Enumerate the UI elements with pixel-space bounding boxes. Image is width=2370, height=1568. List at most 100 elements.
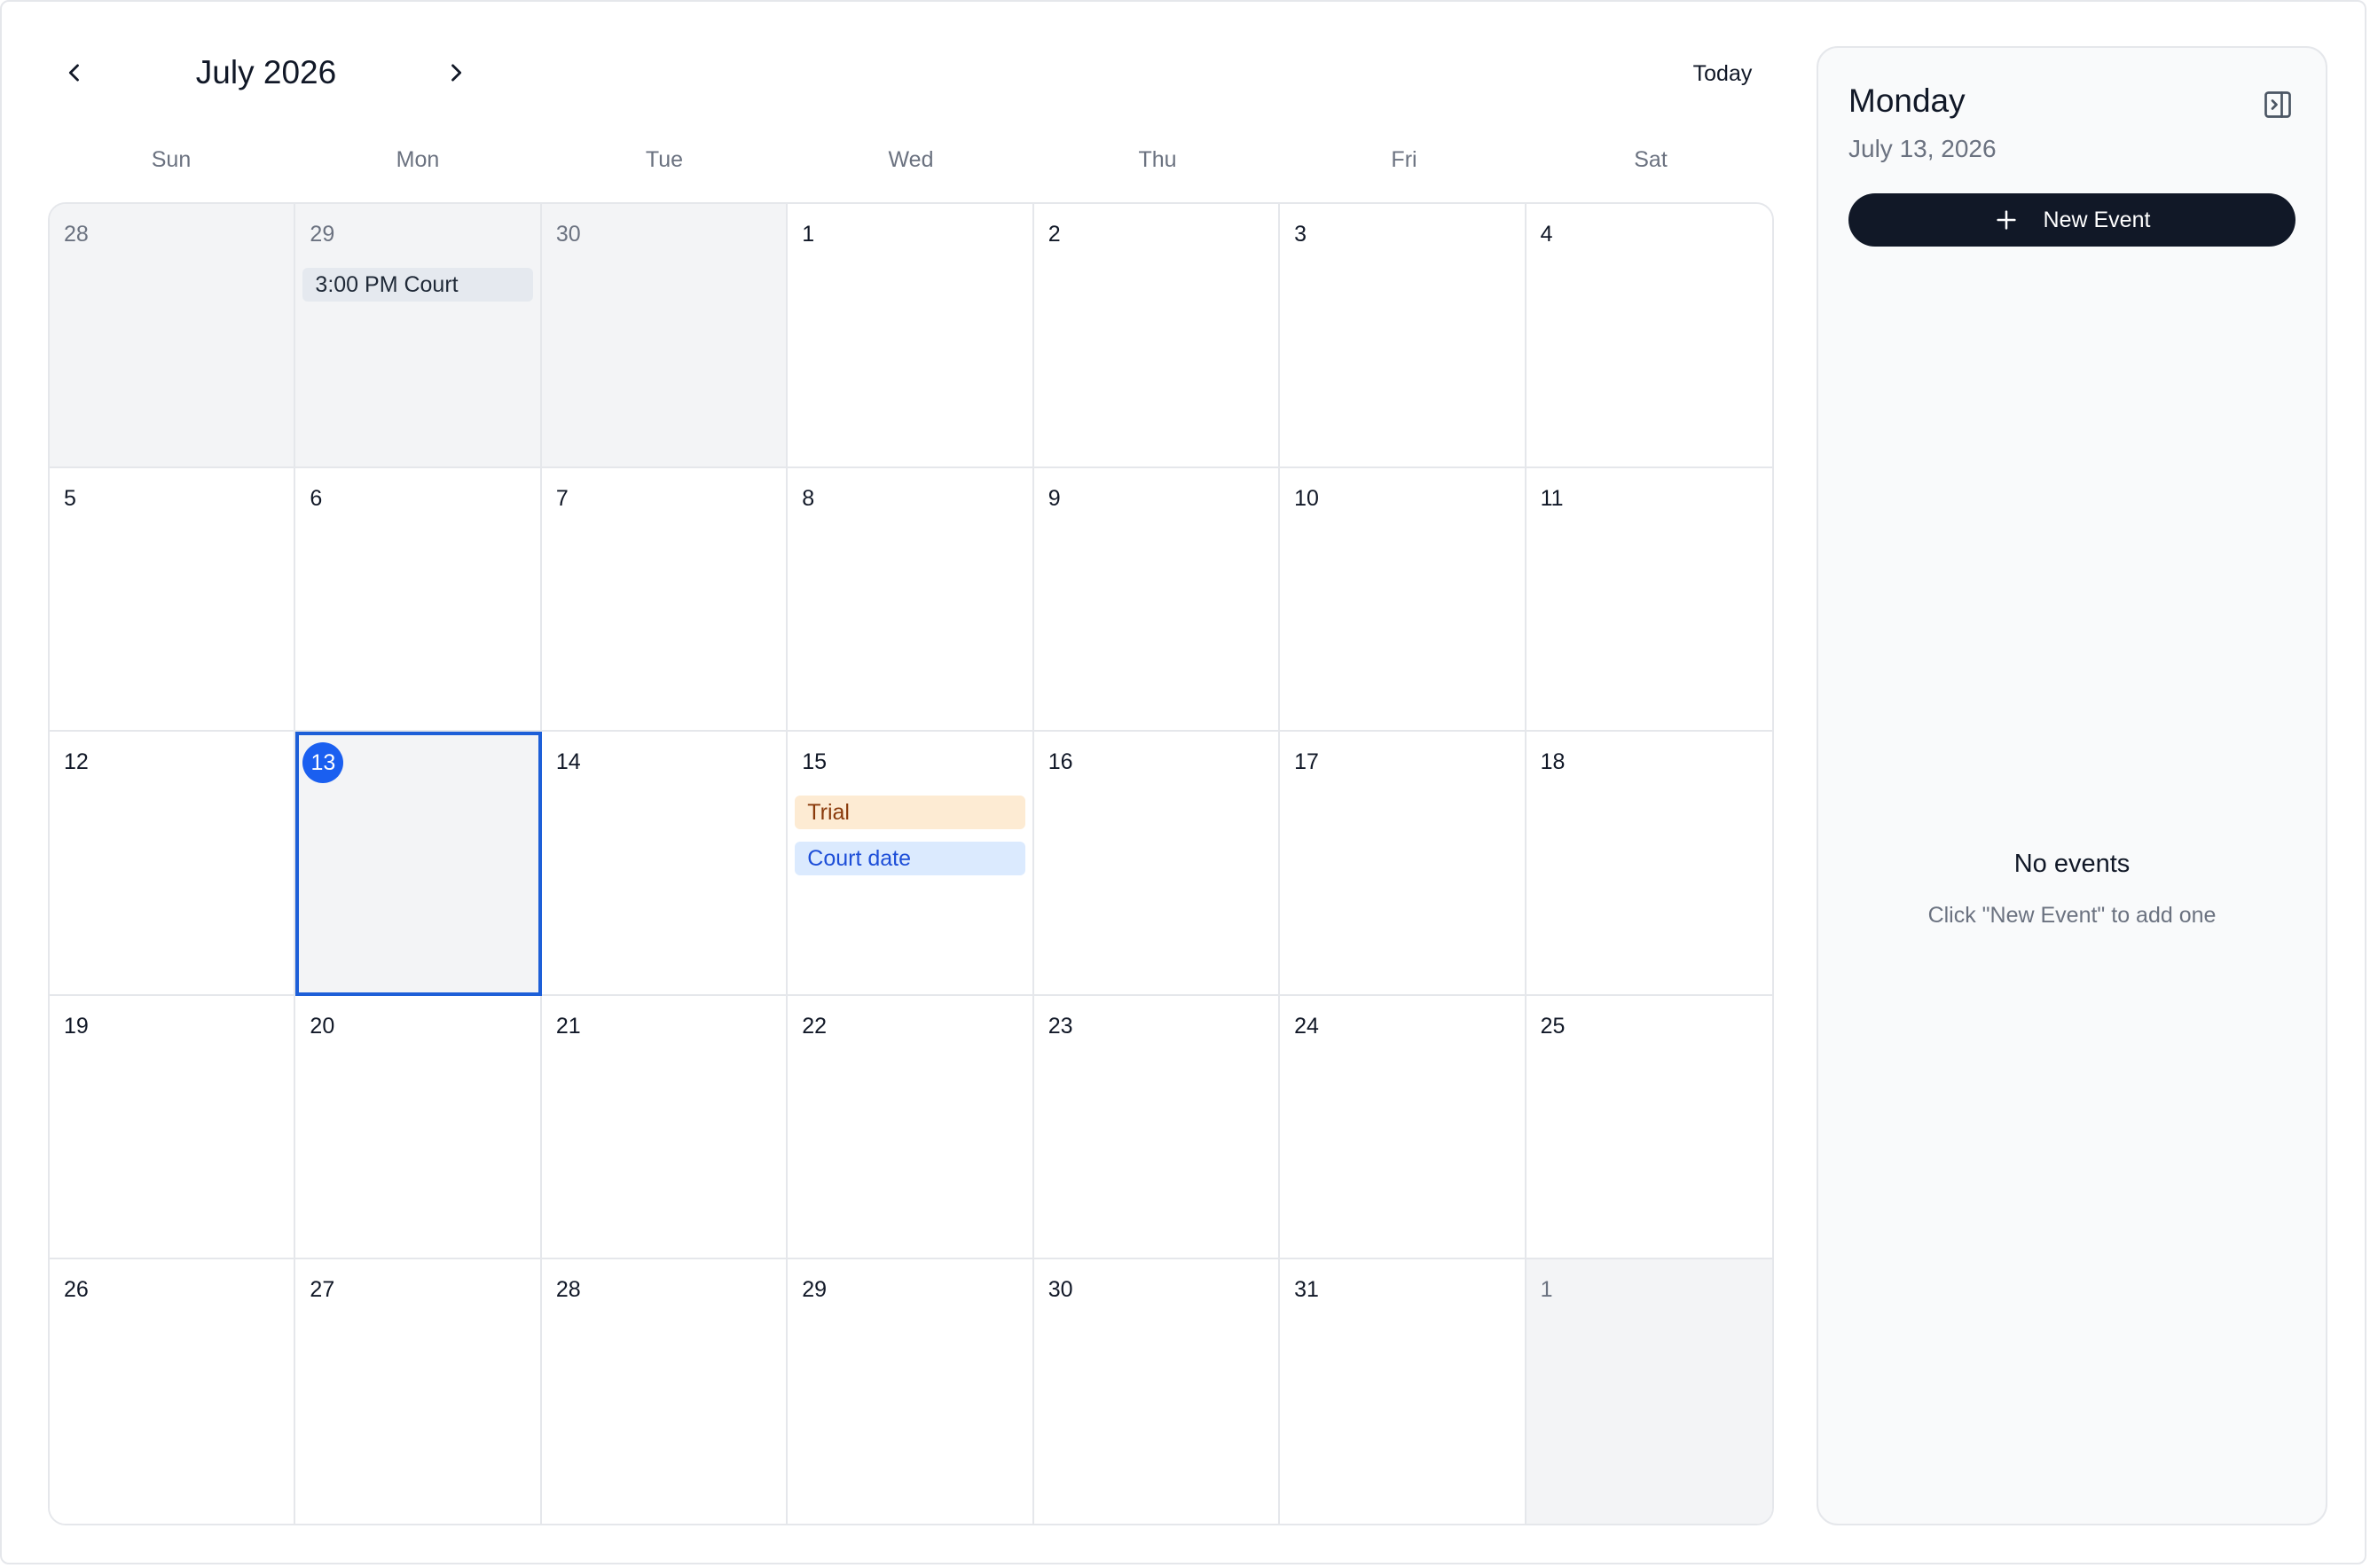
chevron-left-icon [68,64,79,82]
weekday-label: Sun [151,147,192,172]
month-title: July 2026 [195,54,337,90]
empty-state-title: No events [2013,850,2131,878]
day-cell[interactable]: 28 [541,1259,789,1524]
day-cell[interactable]: 11 [1526,467,1772,733]
day-number: 28 [555,1277,581,1303]
day-cell[interactable]: 15 Trial Court date [788,732,1034,996]
day-cell[interactable]: 7 [541,467,789,733]
day-cell[interactable]: 19 [50,995,296,1260]
app-window: July 2026 Today Sun Mon Tue Wed Thu Fri … [0,0,2366,1564]
today-day-number: 13 [302,742,344,784]
day-number: 22 [802,1013,828,1039]
day-number: 27 [310,1277,335,1303]
day-cell[interactable]: 25 [1526,995,1772,1260]
event-chip[interactable]: Court date [795,842,1025,876]
next-month-button[interactable] [428,44,484,101]
day-cell[interactable]: 23 [1033,995,1281,1260]
day-number: 21 [555,1013,581,1039]
day-cell[interactable]: 26 [50,1259,296,1524]
prev-month-button[interactable] [46,44,103,101]
day-number: 2 [1048,222,1061,247]
day-cell[interactable]: 18 [1526,732,1772,996]
day-cell[interactable]: 2 [1033,204,1281,468]
day-number: 4 [1540,222,1553,247]
day-cell[interactable]: 14 [541,732,789,996]
weekday-label: Fri [1391,147,1417,172]
day-detail-panel: Monday July 13, 2026 New Event No events… [1817,46,2327,1525]
day-number: 10 [1294,485,1319,511]
day-number: 6 [310,485,323,511]
day-number: 18 [1540,749,1566,775]
day-cell[interactable]: 9 [1033,467,1281,733]
day-number: 25 [1540,1013,1566,1039]
day-number: 8 [802,485,815,511]
panel-weekday: Monday [1848,82,1966,119]
day-events: Trial Court date [795,796,1025,888]
day-cell[interactable]: 29 [788,1259,1034,1524]
day-cell[interactable]: 29 3:00 PM Court [295,204,542,468]
day-number: 3 [1294,222,1307,247]
day-number: 29 [310,222,335,247]
day-cell-selected[interactable]: 13 [295,732,542,996]
day-number: 23 [1048,1013,1073,1039]
day-cell[interactable]: 8 [788,467,1034,733]
day-cell[interactable]: 20 [295,995,542,1260]
day-number: 30 [1048,1277,1073,1303]
day-cell[interactable]: 17 [1280,732,1526,996]
weekday-label: Mon [396,147,440,172]
collapse-panel-button[interactable] [2253,80,2303,129]
new-event-label: New Event [2043,207,2151,232]
day-number: 7 [555,485,569,511]
day-cell[interactable]: 4 [1526,204,1772,468]
event-chip[interactable]: Trial [795,796,1025,830]
day-cell[interactable]: 10 [1280,467,1526,733]
day-number: 30 [555,222,581,247]
day-cell[interactable]: 28 [50,204,296,468]
day-cell[interactable]: 27 [295,1259,542,1524]
chevron-right-icon [451,64,462,82]
day-cell[interactable]: 22 [788,995,1034,1260]
weekday-header-row: Sun Mon Tue Wed Thu Fri Sat [48,140,1774,179]
weekday-label: Tue [645,147,684,172]
day-number: 24 [1294,1013,1319,1039]
day-events: 3:00 PM Court [302,268,533,314]
panel-date: July 13, 2026 [1848,135,1997,162]
day-number: 14 [555,749,581,775]
today-button[interactable]: Today [1669,51,1776,96]
day-number: 28 [64,222,89,247]
day-cell[interactable]: 3 [1280,204,1526,468]
day-cell[interactable]: 1 [788,204,1034,468]
panel-collapse-icon [2264,91,2291,118]
day-number: 15 [802,749,828,775]
day-cell[interactable]: 12 [50,732,296,996]
day-number: 16 [1048,749,1073,775]
day-cell[interactable]: 6 [295,467,542,733]
day-cell[interactable]: 16 [1033,732,1281,996]
day-number: 20 [310,1013,335,1039]
day-cell[interactable]: 30 [1033,1259,1281,1524]
day-number: 29 [802,1277,828,1303]
day-number: 1 [802,222,815,247]
day-cell[interactable]: 30 [541,204,789,468]
day-number: 17 [1294,749,1319,775]
plus-icon [1996,210,2016,230]
weekday-label: Sat [1634,147,1668,172]
day-cell[interactable]: 21 [541,995,789,1260]
day-cell[interactable]: 31 [1280,1259,1526,1524]
empty-state-subtitle: Click "New Event" to add one [1927,903,2217,928]
new-event-button[interactable]: New Event [1848,193,2295,247]
day-number: 19 [64,1013,89,1039]
event-chip[interactable]: 3:00 PM Court [302,268,533,302]
day-number: 26 [64,1277,89,1303]
day-number: 5 [64,485,76,511]
day-number: 1 [1540,1277,1553,1303]
weekday-label: Thu [1138,147,1177,172]
day-number: 31 [1294,1277,1319,1303]
day-number: 9 [1048,485,1061,511]
day-cell[interactable]: 24 [1280,995,1526,1260]
day-number: 11 [1540,485,1564,511]
day-number: 12 [64,749,89,775]
day-cell[interactable]: 1 [1526,1259,1772,1524]
day-cell[interactable]: 5 [50,467,296,733]
weekday-label: Wed [888,147,934,172]
